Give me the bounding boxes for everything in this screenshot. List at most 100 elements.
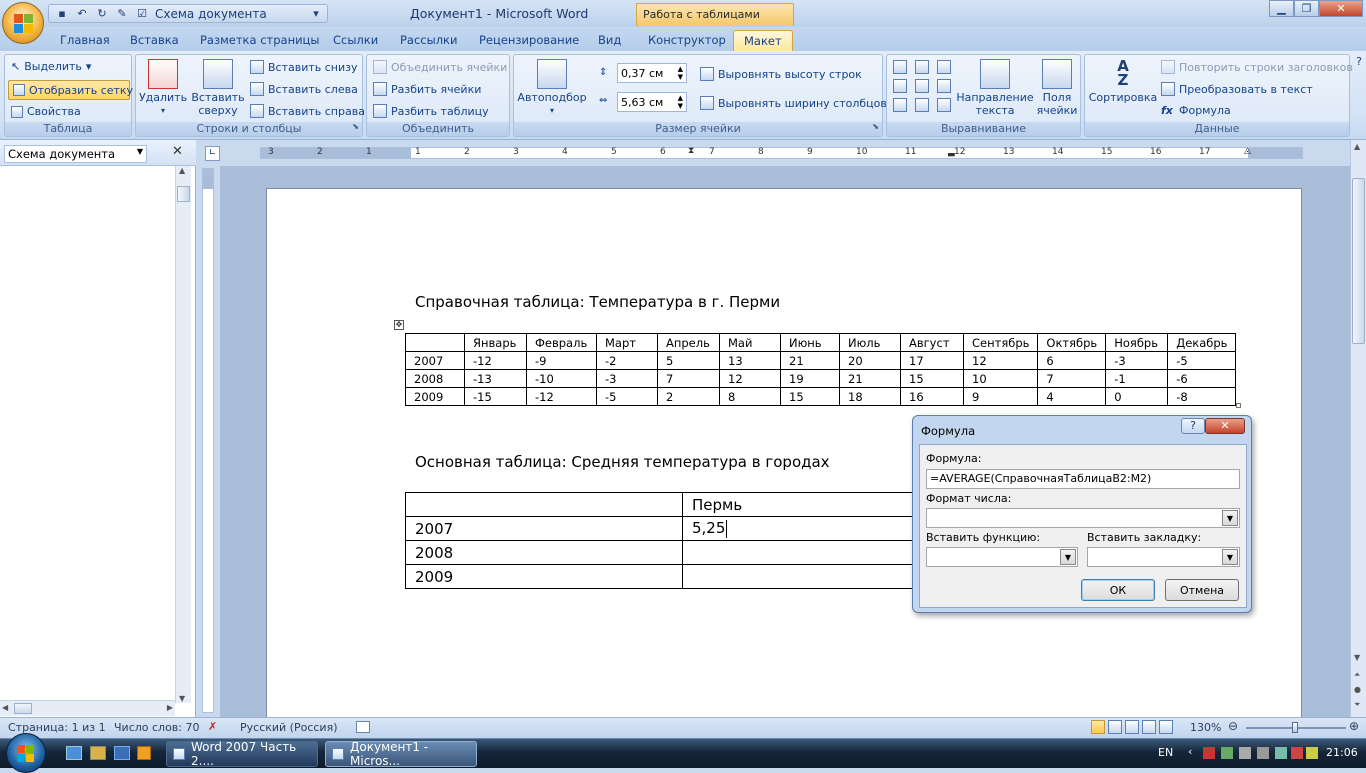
- show-gridlines-button[interactable]: Отобразить сетку: [8, 80, 133, 100]
- table-cell[interactable]: Август: [900, 333, 964, 352]
- table-cell[interactable]: -8: [1167, 387, 1237, 406]
- explorer-icon[interactable]: [90, 746, 106, 760]
- indent-marker-icon[interactable]: ⧗: [688, 146, 694, 156]
- table-cell[interactable]: 12: [962, 351, 1039, 370]
- table-cell[interactable]: -5: [596, 387, 658, 406]
- zoom-out-icon[interactable]: ⊖: [1228, 719, 1238, 733]
- table-cell[interactable]: 6: [1037, 351, 1107, 370]
- table-cell[interactable]: 12: [719, 369, 781, 388]
- table-cell[interactable]: Сентябрь: [962, 333, 1039, 352]
- save-icon[interactable]: ▪: [55, 7, 69, 21]
- table-cell[interactable]: -3: [1105, 351, 1169, 370]
- align-middle-right-icon[interactable]: [937, 79, 951, 93]
- table-resize-handle-icon[interactable]: [1236, 403, 1241, 408]
- table-cell[interactable]: 2007: [405, 351, 465, 370]
- page-count[interactable]: Страница: 1 из 1: [8, 721, 106, 734]
- table-cell[interactable]: -6: [1167, 369, 1237, 388]
- table-cell[interactable]: 20: [839, 351, 901, 370]
- align-bottom-center-icon[interactable]: [915, 98, 929, 112]
- table-cell[interactable]: 13: [719, 351, 781, 370]
- dialog-close-button[interactable]: ✕: [1205, 418, 1245, 434]
- row-height-input[interactable]: 0,37 см ▲ ▼: [617, 63, 687, 83]
- tray-network-icon[interactable]: [1221, 747, 1233, 759]
- table-cell[interactable]: -12: [464, 351, 527, 370]
- scroll-up-icon[interactable]: ▲: [179, 166, 185, 175]
- chevron-down-icon[interactable]: ▼: [1222, 549, 1238, 565]
- show-desktop-icon[interactable]: [114, 746, 130, 760]
- number-format-select[interactable]: ▼: [926, 508, 1240, 528]
- vertical-scrollbar[interactable]: ▲ ▼ ⏶ ● ⏷: [1350, 140, 1366, 717]
- zoom-level[interactable]: 130%: [1190, 721, 1221, 734]
- table-cell[interactable]: 10: [962, 369, 1039, 388]
- table-cell[interactable]: Октябрь: [1037, 333, 1107, 352]
- table-cell[interactable]: 15: [900, 369, 964, 388]
- table-cell[interactable]: Май: [719, 333, 781, 352]
- undo-icon[interactable]: ↶: [75, 7, 89, 21]
- table-cell[interactable]: 2009: [405, 387, 465, 406]
- media-player-icon[interactable]: [137, 746, 151, 760]
- right-indent-icon[interactable]: ◬: [1244, 146, 1251, 156]
- table-cell[interactable]: Ноябрь: [1105, 333, 1169, 352]
- table-cell[interactable]: 9: [962, 387, 1039, 406]
- insert-function-select[interactable]: ▼: [926, 547, 1078, 567]
- align-bottom-right-icon[interactable]: [937, 98, 951, 112]
- formula-button[interactable]: fx Формула: [1161, 104, 1231, 117]
- tray-power-icon[interactable]: [1306, 747, 1318, 759]
- insert-bookmark-select[interactable]: ▼: [1087, 547, 1240, 567]
- table-cell[interactable]: 0: [1105, 387, 1169, 406]
- scroll-down-icon[interactable]: ▼: [1354, 653, 1360, 662]
- help-icon[interactable]: ?: [1356, 55, 1362, 68]
- table-cell[interactable]: 4: [1037, 387, 1107, 406]
- distribute-rows-button[interactable]: Выровнять высоту строк: [700, 67, 862, 81]
- merge-cells-button[interactable]: Объединить ячейки: [373, 60, 507, 74]
- delete-button[interactable]: Удалить ▾: [139, 59, 187, 117]
- table-cell[interactable]: Пермь: [682, 492, 913, 517]
- text-direction-button[interactable]: Направление текста: [956, 59, 1034, 117]
- table-cell[interactable]: 7: [1037, 369, 1107, 388]
- insert-left-button[interactable]: Вставить слева: [250, 82, 358, 96]
- close-pane-icon[interactable]: ✕: [172, 144, 183, 159]
- table-cell[interactable]: 18: [839, 387, 901, 406]
- web-layout-icon[interactable]: [1125, 720, 1139, 734]
- align-middle-left-icon[interactable]: [893, 79, 907, 93]
- tab-home[interactable]: Главная: [60, 30, 110, 51]
- document-map-scrollbar[interactable]: ▲ ▼: [175, 166, 191, 703]
- split-cells-button[interactable]: Разбить ячейки: [373, 82, 481, 96]
- word-count[interactable]: Число слов: 70: [114, 721, 200, 734]
- align-top-center-icon[interactable]: [915, 60, 929, 74]
- tab-insert[interactable]: Вставка: [130, 30, 179, 51]
- insert-above-button[interactable]: Вставить сверху: [191, 59, 245, 117]
- select-browse-object-icon[interactable]: ●: [1354, 685, 1361, 694]
- ok-button[interactable]: ОК: [1081, 579, 1155, 601]
- table-cell[interactable]: 2008: [405, 540, 683, 565]
- align-bottom-left-icon[interactable]: [893, 98, 907, 112]
- autofit-button[interactable]: Автоподбор ▾: [517, 59, 587, 117]
- previous-page-icon[interactable]: ⏶: [1354, 670, 1360, 680]
- maximize-button[interactable]: ❐: [1294, 0, 1319, 17]
- dialog-launcher-icon[interactable]: ⬊: [872, 122, 879, 131]
- draw-table-icon[interactable]: ✎: [115, 7, 129, 21]
- table-cell[interactable]: 5: [657, 351, 720, 370]
- qat-document-map-label[interactable]: Схема документа: [155, 7, 267, 21]
- tab-references[interactable]: Ссылки: [333, 30, 378, 51]
- spinner-icon[interactable]: ▲ ▼: [678, 94, 683, 110]
- table-cell[interactable]: -1: [1105, 369, 1169, 388]
- zoom-in-icon[interactable]: ⊕: [1349, 719, 1359, 733]
- tab-review[interactable]: Рецензирование: [479, 30, 579, 51]
- document-map-selector[interactable]: Схема документа ▼: [4, 145, 147, 163]
- table-cell[interactable]: 2007: [405, 516, 683, 541]
- office-button[interactable]: [2, 2, 44, 44]
- table-cell[interactable]: Февраль: [526, 333, 597, 352]
- table-cell[interactable]: -3: [596, 369, 658, 388]
- table-cell[interactable]: [682, 540, 913, 565]
- table-cell[interactable]: -9: [526, 351, 597, 370]
- table-cell[interactable]: Апрель: [657, 333, 720, 352]
- table-cell[interactable]: -15: [464, 387, 527, 406]
- column-width-input[interactable]: 5,63 см ▲ ▼: [617, 92, 687, 112]
- print-layout-icon[interactable]: [1091, 720, 1105, 734]
- chevron-down-icon[interactable]: ▼: [1222, 510, 1238, 526]
- language-indicator[interactable]: Русский (Россия): [240, 721, 338, 734]
- table-cell[interactable]: Декабрь: [1167, 333, 1237, 352]
- table-cell[interactable]: Январь: [464, 333, 527, 352]
- minimize-button[interactable]: ▁: [1269, 0, 1294, 17]
